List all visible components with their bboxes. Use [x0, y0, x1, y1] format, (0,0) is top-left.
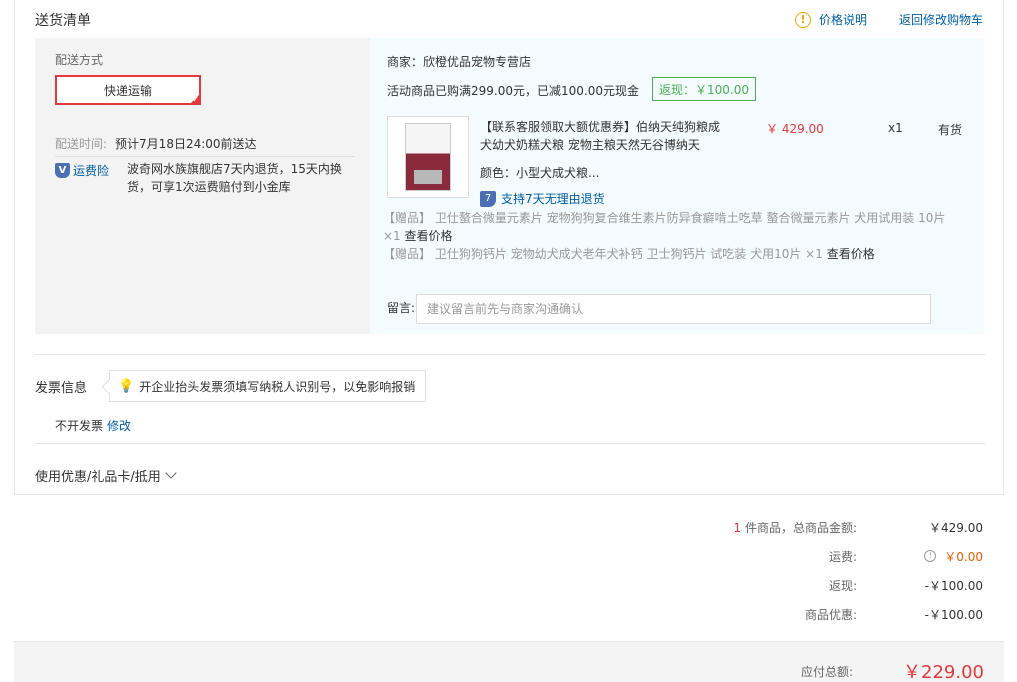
freight-value: ￥0.00 — [944, 549, 983, 564]
gift-text: 【赠品】 卫仕狗狗钙片 宠物幼犬成犬老年犬补钙 卫士狗钙片 试吃装 犬用10片 … — [383, 247, 823, 261]
back-to-cart-link[interactable]: 返回修改购物车 — [899, 11, 983, 28]
product-title[interactable]: 【联系客服领取大额优惠券】伯纳天纯狗粮成犬幼犬奶糕犬粮 宠物主粮天然无谷博纳天 — [480, 118, 725, 154]
invoice-status: 不开发票 修改 — [55, 417, 131, 434]
product-discount-label: 商品优惠: — [804, 607, 857, 622]
summary-item-total: 1 件商品，总商品金额: ￥429.00 — [600, 517, 983, 537]
payable-value: ￥229.00 — [903, 662, 984, 682]
invoice-tip-text: 开企业抬头发票须填写纳税人识别号，以免影响报销 — [139, 379, 416, 394]
cashback-badge: 返现：￥100.00 — [652, 77, 756, 101]
shipping-time-label: 配送时间: — [55, 137, 108, 151]
product-discount-value: -￥100.00 — [924, 607, 983, 622]
shipping-time-value: 预计7月18日24:00前送达 — [115, 137, 257, 151]
total-bar: 应付总额: ￥229.00 — [14, 641, 1004, 682]
return-support: 7 支持7天无理由退货 — [480, 190, 605, 207]
return-support-label: 支持7天无理由退货 — [501, 192, 605, 206]
product-stock: 有货 — [938, 123, 963, 137]
product-price: ￥ 429.00 — [766, 122, 824, 136]
invoice-title: 发票信息 — [35, 381, 88, 396]
remark-label: 留言: — [387, 301, 416, 315]
lightbulb-icon: 💡 — [118, 378, 135, 394]
freight-insurance-link[interactable]: V 运费险 — [55, 162, 109, 179]
cashback-label: 返现: — [828, 578, 857, 593]
shipping-time: 配送时间: 预计7月18日24:00前送达 — [55, 135, 257, 152]
product-qty: x1 — [888, 121, 903, 135]
payable-label: 应付总额: — [801, 665, 854, 679]
invoice-edit-link[interactable]: 修改 — [107, 419, 131, 433]
summary-discount: 商品优惠: -￥100.00 — [600, 604, 983, 624]
price-note-label: 价格说明 — [819, 13, 868, 27]
shipping-method-label: 配送方式 — [55, 53, 104, 67]
merchant-name: 商家：欣橙优品宠物专营店 — [387, 55, 532, 69]
express-shipping-option[interactable]: 快递运输 ✓ — [55, 75, 201, 105]
cashback-value: -￥100.00 — [924, 578, 983, 593]
invoice-status-text: 不开发票 — [55, 419, 104, 433]
gift-view-price-link[interactable]: 查看价格 — [827, 247, 875, 261]
gift-text: 【赠品】 卫仕螯合微量元素片 宠物狗狗复合维生素片防异食癖啃土吃草 螯合微量元素… — [383, 211, 946, 243]
item-total-value: ￥429.00 — [929, 520, 983, 535]
item-total-label: 件商品，总商品金额: — [744, 520, 857, 535]
dog-food-bag-icon — [405, 123, 451, 191]
freight-label: 运费: — [828, 549, 857, 564]
chevron-down-icon — [165, 467, 177, 479]
gift-view-price-link[interactable]: 查看价格 — [405, 229, 453, 243]
item-count: 1 — [733, 520, 742, 535]
freight-insurance-label: 运费险 — [73, 164, 110, 178]
discount-label: 使用优惠/礼品卡/抵用 — [35, 470, 161, 485]
section-divider — [35, 443, 985, 444]
product-image[interactable] — [387, 116, 469, 198]
section-divider — [35, 354, 985, 355]
section-title: 送货清单 — [35, 13, 91, 29]
discount-toggle[interactable]: 使用优惠/礼品卡/抵用 — [35, 466, 177, 485]
promo-text: 活动商品已购满299.00元，已减100.00元现金 — [387, 84, 639, 98]
gift-item: 【赠品】 卫仕狗狗钙片 宠物幼犬成犬老年犬补钙 卫士狗钙片 试吃装 犬用10片 … — [383, 245, 963, 263]
check-icon: ✓ — [192, 95, 199, 104]
express-shipping-label: 快递运输 — [103, 83, 152, 98]
summary-freight: 运费: ! ￥0.00 — [600, 546, 983, 566]
warning-icon: ! — [795, 11, 811, 28]
shield-icon: V — [55, 163, 70, 178]
goods-panel: 商家：欣橙优品宠物专营店 活动商品已购满299.00元，已减100.00元现金 … — [370, 38, 984, 334]
product-color: 颜色：小型犬成犬粮... — [480, 166, 600, 180]
remark-input[interactable] — [416, 294, 931, 324]
freight-insurance-desc: 波奇网水族旗舰店7天内退货，15天内换货，可享1次运费赔付到小金库 — [127, 162, 342, 194]
return-icon: 7 — [480, 190, 496, 207]
shipping-panel: 配送方式 快递运输 ✓ 配送时间: 预计7月18日24:00前送达 V 运费险 波… — [35, 38, 370, 334]
gift-item: 【赠品】 卫仕螯合微量元素片 宠物狗狗复合维生素片防异食癖啃土吃草 螯合微量元素… — [383, 209, 963, 245]
summary-cashback: 返现: -￥100.00 — [600, 575, 983, 595]
shipping-divider — [55, 156, 355, 157]
invoice-tip: 💡 开企业抬头发票须填写纳税人识别号，以免影响报销 — [109, 370, 427, 402]
info-icon[interactable]: ! — [924, 550, 937, 562]
price-note-link[interactable]: ! 价格说明 — [795, 11, 867, 28]
order-card: 送货清单 ! 价格说明 返回修改购物车 配送方式 快递运输 ✓ 配送时间: 预计7… — [14, 0, 1004, 495]
